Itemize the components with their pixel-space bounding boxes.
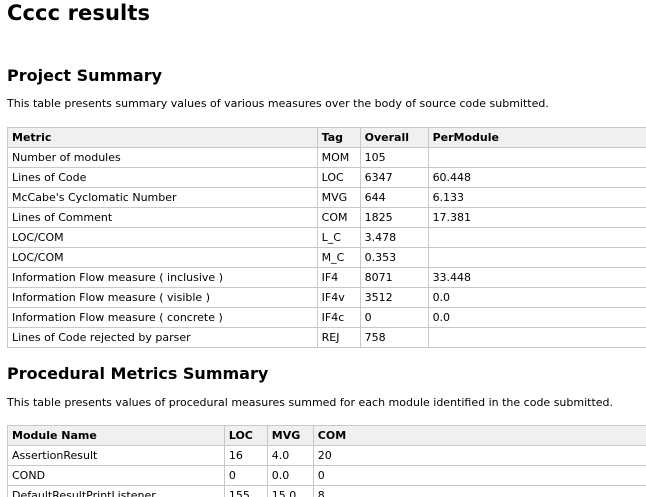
tag-cell: IF4v bbox=[316, 287, 361, 308]
table-row: Lines of Code LOC 6347 60.448 bbox=[7, 167, 646, 188]
permodule-cell: 6.133 bbox=[427, 187, 646, 208]
loc-cell: 0 bbox=[223, 465, 268, 486]
procedural-summary-description: This table presents values of procedural… bbox=[7, 396, 614, 409]
column-header-permodule: PerModule bbox=[427, 127, 646, 148]
procedural-summary-table: Module Name LOC MVG COM AssertionResult … bbox=[7, 425, 646, 497]
permodule-cell: 33.448 bbox=[427, 267, 646, 288]
overall-cell: 3.478 bbox=[359, 227, 429, 248]
permodule-cell bbox=[427, 327, 646, 348]
column-header-loc: LOC bbox=[223, 425, 268, 446]
tag-cell: MOM bbox=[316, 147, 361, 168]
column-header-tag: Tag bbox=[316, 127, 361, 148]
loc-cell: 16 bbox=[223, 445, 268, 466]
permodule-cell: 0.0 bbox=[427, 287, 646, 308]
metric-cell: LOC/COM bbox=[7, 247, 318, 268]
com-cell: 8 bbox=[312, 485, 646, 497]
permodule-cell bbox=[427, 147, 646, 168]
overall-cell: 6347 bbox=[359, 167, 429, 188]
tag-cell: COM bbox=[316, 207, 361, 228]
table-row: Lines of Comment COM 1825 17.381 bbox=[7, 207, 646, 228]
column-header-mvg: MVG bbox=[266, 425, 314, 446]
table-header-row: Module Name LOC MVG COM bbox=[7, 425, 646, 446]
metric-cell: Information Flow measure ( inclusive ) bbox=[7, 267, 318, 288]
overall-cell: 3512 bbox=[359, 287, 429, 308]
metric-cell: Information Flow measure ( visible ) bbox=[7, 287, 318, 308]
permodule-cell: 0.0 bbox=[427, 307, 646, 328]
table-row: COND 0 0.0 0 bbox=[7, 465, 646, 486]
table-row: LOC/COM L_C 3.478 bbox=[7, 227, 646, 248]
overall-cell: 1825 bbox=[359, 207, 429, 228]
tag-cell: LOC bbox=[316, 167, 361, 188]
column-header-metric: Metric bbox=[7, 127, 318, 148]
permodule-cell bbox=[427, 247, 646, 268]
tag-cell: IF4c bbox=[316, 307, 361, 328]
tag-cell: L_C bbox=[316, 227, 361, 248]
table-row: McCabe's Cyclomatic Number MVG 644 6.133 bbox=[7, 187, 646, 208]
mvg-cell: 15.0 bbox=[266, 485, 314, 497]
column-header-overall: Overall bbox=[359, 127, 429, 148]
project-summary-description: This table presents summary values of va… bbox=[7, 97, 549, 110]
permodule-cell: 60.448 bbox=[427, 167, 646, 188]
table-row: Number of modules MOM 105 bbox=[7, 147, 646, 168]
com-cell: 20 bbox=[312, 445, 646, 466]
table-row: LOC/COM M_C 0.353 bbox=[7, 247, 646, 268]
module-name-cell: AssertionResult bbox=[7, 445, 225, 466]
overall-cell: 0.353 bbox=[359, 247, 429, 268]
column-header-module-name: Module Name bbox=[7, 425, 225, 446]
table-row: Information Flow measure ( visible ) IF4… bbox=[7, 287, 646, 308]
metric-cell: Information Flow measure ( concrete ) bbox=[7, 307, 318, 328]
metric-cell: LOC/COM bbox=[7, 227, 318, 248]
overall-cell: 758 bbox=[359, 327, 429, 348]
table-row: Lines of Code rejected by parser REJ 758 bbox=[7, 327, 646, 348]
loc-cell: 155 bbox=[223, 485, 268, 497]
permodule-cell: 17.381 bbox=[427, 207, 646, 228]
com-cell: 0 bbox=[312, 465, 646, 486]
metric-cell: Lines of Code bbox=[7, 167, 318, 188]
mvg-cell: 4.0 bbox=[266, 445, 314, 466]
page-title: Cccc results bbox=[7, 1, 151, 25]
overall-cell: 0 bbox=[359, 307, 429, 328]
procedural-summary-heading: Procedural Metrics Summary bbox=[7, 364, 269, 383]
metric-cell: Lines of Comment bbox=[7, 207, 318, 228]
tag-cell: MVG bbox=[316, 187, 361, 208]
tag-cell: M_C bbox=[316, 247, 361, 268]
metric-cell: Lines of Code rejected by parser bbox=[7, 327, 318, 348]
table-row: Information Flow measure ( inclusive ) I… bbox=[7, 267, 646, 288]
module-name-cell: DefaultResultPrintListener bbox=[7, 485, 225, 497]
module-name-cell: COND bbox=[7, 465, 225, 486]
table-row: Information Flow measure ( concrete ) IF… bbox=[7, 307, 646, 328]
permodule-cell bbox=[427, 227, 646, 248]
metric-cell: McCabe's Cyclomatic Number bbox=[7, 187, 318, 208]
tag-cell: IF4 bbox=[316, 267, 361, 288]
project-summary-table: Metric Tag Overall PerModule Number of m… bbox=[7, 127, 646, 348]
overall-cell: 644 bbox=[359, 187, 429, 208]
metric-cell: Number of modules bbox=[7, 147, 318, 168]
column-header-com: COM bbox=[312, 425, 646, 446]
project-summary-heading: Project Summary bbox=[7, 66, 163, 85]
overall-cell: 105 bbox=[359, 147, 429, 168]
overall-cell: 8071 bbox=[359, 267, 429, 288]
table-row: AssertionResult 16 4.0 20 bbox=[7, 445, 646, 466]
table-header-row: Metric Tag Overall PerModule bbox=[7, 127, 646, 148]
mvg-cell: 0.0 bbox=[266, 465, 314, 486]
table-row: DefaultResultPrintListener 155 15.0 8 bbox=[7, 485, 646, 497]
tag-cell: REJ bbox=[316, 327, 361, 348]
